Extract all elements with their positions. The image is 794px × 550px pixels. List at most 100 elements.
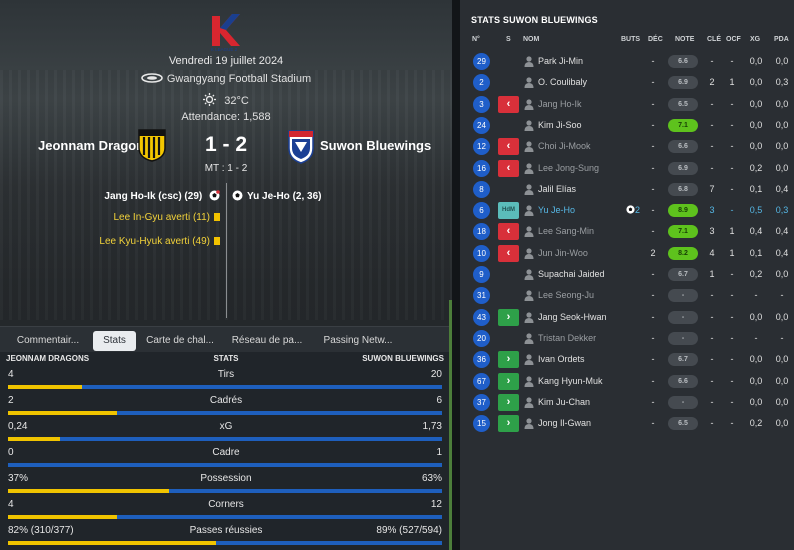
player-row[interactable]: 43 › Jang Seok-Hwan - - - - 0,0 0,0 <box>460 308 794 329</box>
player-dec: - <box>651 162 655 173</box>
person-icon <box>524 141 534 153</box>
player-row[interactable]: 37 › Kim Ju-Chan - - - - 0,0 0,0 <box>460 393 794 414</box>
col-xg[interactable]: XG <box>750 36 760 43</box>
player-name[interactable]: Choi Ji-Mook <box>538 141 591 151</box>
player-ocf: - <box>730 162 734 173</box>
tab-heatmap[interactable]: Carte de chal... <box>140 331 220 351</box>
player-pda: 0,0 <box>775 418 789 429</box>
player-row[interactable]: 29 Park Ji-Min - 6.6 - - 0,0 0,0 <box>460 52 794 73</box>
player-rating: 6.6 <box>668 140 698 154</box>
col-cle[interactable]: CLÉ <box>707 36 721 43</box>
player-key-passes: - <box>710 332 714 343</box>
player-row[interactable]: 16 ‹ Lee Jong-Sung - 6.9 - - 0,2 0,0 <box>460 159 794 180</box>
col-note[interactable]: NOTE <box>675 36 694 43</box>
player-name[interactable]: Jun Jin-Woo <box>538 248 588 258</box>
player-row[interactable]: 18 ‹ Lee Sang-Min - 7.1 3 1 0,4 0,4 <box>460 222 794 243</box>
player-name[interactable]: Ivan Ordets <box>538 354 585 364</box>
player-name[interactable]: Lee Seong-Ju <box>538 290 594 300</box>
player-name[interactable]: Supachai Jaided <box>538 269 605 279</box>
player-dec: - <box>651 226 655 237</box>
player-dec: - <box>651 375 655 386</box>
tab-pass-network[interactable]: Réseau de pa... <box>226 331 308 351</box>
player-name[interactable]: Kang Hyun-Muk <box>538 376 603 386</box>
stat-row: 4 Corners 12 <box>0 499 452 523</box>
person-icon <box>524 205 534 217</box>
player-name[interactable]: Jang Ho-Ik <box>538 99 582 109</box>
player-name[interactable]: Jalil Elías <box>538 184 576 194</box>
player-name[interactable]: Lee Jong-Sung <box>538 163 599 173</box>
yellow-card-icon <box>214 213 220 221</box>
player-key-passes: 4 <box>709 247 715 258</box>
stat-bar <box>8 437 442 441</box>
col-dec[interactable]: DÉC <box>648 36 663 43</box>
person-icon <box>524 120 534 131</box>
player-name[interactable]: O. Coulibaly <box>538 77 587 87</box>
player-row[interactable]: 3 ‹ Jang Ho-Ik - 6.5 - - 0,0 0,0 <box>460 95 794 116</box>
stadium-icon <box>141 73 163 83</box>
player-xg: 0,0 <box>749 119 763 130</box>
player-name[interactable]: Lee Sang-Min <box>538 226 594 236</box>
person-icon <box>524 397 534 408</box>
col-ocf[interactable]: OCF <box>726 36 741 43</box>
player-row[interactable]: 20 Tristan Dekker - - - - - - <box>460 329 794 350</box>
substituted-on-chevron-right-icon: › <box>498 372 519 390</box>
stat-label: Tirs <box>217 369 235 380</box>
col-name[interactable]: NOM <box>523 36 539 43</box>
home-card-event[interactable]: Lee Kyu-Hyuk averti (49) <box>99 236 220 247</box>
col-number[interactable]: N° <box>472 36 480 43</box>
stat-away-value: 63% <box>421 473 442 484</box>
player-row[interactable]: 36 › Ivan Ordets - 6.7 - - 0,0 0,0 <box>460 350 794 371</box>
player-name[interactable]: Kim Ji-Soo <box>538 120 582 130</box>
col-pda[interactable]: PDA <box>774 36 789 43</box>
player-row[interactable]: 9 Supachai Jaided - 6.7 1 - 0,2 0,0 <box>460 265 794 286</box>
col-sub[interactable]: S <box>506 36 511 43</box>
player-row[interactable]: 2 O. Coulibaly - 6.9 2 1 0,0 0,3 <box>460 73 794 94</box>
player-row[interactable]: 31 Lee Seong-Ju - - - - - - <box>460 286 794 307</box>
player-name[interactable]: Jong Il-Gwan <box>538 418 591 428</box>
player-name[interactable]: Park Ji-Min <box>538 56 583 66</box>
tab-stats[interactable]: Stats <box>93 331 136 351</box>
player-name[interactable]: Yu Je-Ho <box>538 205 575 215</box>
stat-label: Cadre <box>212 447 240 458</box>
player-dec: - <box>651 311 655 322</box>
away-team-name[interactable]: Suwon Bluewings <box>320 138 431 153</box>
player-key-passes: 3 <box>709 205 715 216</box>
player-key-passes: 2 <box>709 77 715 88</box>
stats-away-header: SUWON BLUEWINGS <box>362 354 444 363</box>
tab-commentary[interactable]: Commentair... <box>6 331 90 351</box>
match-header: K LEAGUE 2 Vendredi 19 juillet 2024 Gwan… <box>0 0 452 322</box>
player-rating: - <box>668 331 698 345</box>
player-goals: 2 <box>623 205 643 215</box>
player-name[interactable]: Kim Ju-Chan <box>538 397 590 407</box>
home-card-event[interactable]: Lee In-Gyu averti (11) <box>113 212 220 223</box>
shirt-number: 12 <box>473 138 490 156</box>
player-row[interactable]: 8 Jalil Elías - 6.8 7 - 0,1 0,4 <box>460 180 794 201</box>
player-xg: 0,2 <box>749 269 763 279</box>
stadium-name: Gwangyang Football Stadium <box>166 73 312 85</box>
player-rating: 6.7 <box>668 268 698 281</box>
tab-passing-network[interactable]: Passing Netw... <box>316 331 400 351</box>
player-name[interactable]: Tristan Dekker <box>538 333 596 343</box>
player-row[interactable]: 24 Kim Ji-Soo - 7.1 - - 0,0 0,0 <box>460 116 794 137</box>
player-row[interactable]: 10 ‹ Jun Jin-Woo 2 8.2 4 1 0,1 0,4 <box>460 244 794 265</box>
away-team-crest[interactable] <box>286 128 316 164</box>
home-goal-event[interactable]: Jang Ho-Ik (csc) (29) <box>104 190 220 202</box>
player-ocf: - <box>730 119 734 130</box>
person-icon <box>524 269 534 280</box>
player-row[interactable]: 15 › Jong Il-Gwan - 6.5 - - 0,2 0,0 <box>460 414 794 435</box>
col-goals[interactable]: BUTS <box>621 36 640 43</box>
player-row[interactable]: 12 ‹ Choi Ji-Mook - 6.6 - - 0,0 0,0 <box>460 137 794 158</box>
player-rating: 6.7 <box>668 353 698 367</box>
player-row[interactable]: 6 HdM Yu Je-Ho 2-8.9 3-0,5 0,3 <box>460 201 794 222</box>
shirt-number: 16 <box>473 159 490 177</box>
player-pda: 0,0 <box>775 141 789 152</box>
player-ocf: - <box>730 141 734 152</box>
player-pda: - <box>780 290 784 301</box>
player-key-passes: - <box>710 119 714 130</box>
person-icon <box>524 418 534 430</box>
player-row[interactable]: 67 › Kang Hyun-Muk - 6.6 - - 0,0 0,0 <box>460 372 794 393</box>
player-name[interactable]: Jang Seok-Hwan <box>538 312 607 322</box>
stat-away-value: 6 <box>436 395 442 406</box>
stat-label: Corners <box>208 499 244 510</box>
away-goal-event[interactable]: Yu Je-Ho (2, 36) <box>232 190 321 202</box>
